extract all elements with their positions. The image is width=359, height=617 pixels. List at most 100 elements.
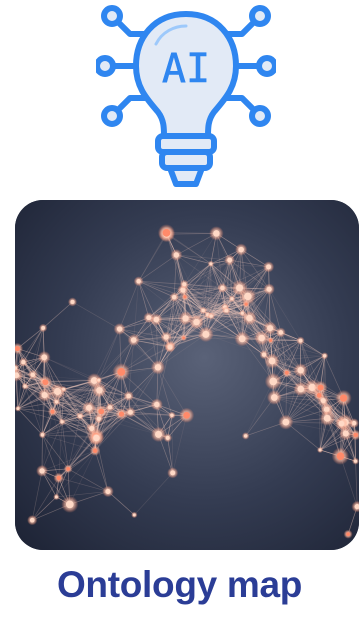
mesh-node: [93, 434, 100, 442]
mesh-node: [16, 407, 20, 410]
mesh-node: [132, 513, 136, 517]
mesh-node: [246, 314, 253, 322]
mesh-node: [116, 326, 123, 332]
mesh-node: [170, 413, 174, 417]
mesh-node: [70, 299, 75, 305]
mesh-node: [339, 394, 348, 402]
mesh-node: [154, 364, 162, 371]
mesh-node: [97, 378, 101, 382]
mesh-node: [39, 468, 45, 474]
mesh-node: [54, 495, 58, 499]
mesh-node: [105, 488, 111, 495]
mesh-node: [21, 360, 26, 365]
mesh-node: [170, 470, 176, 476]
mesh-node: [182, 315, 189, 322]
mesh-node: [92, 448, 98, 454]
mesh-node: [172, 294, 177, 300]
mesh-node: [29, 517, 35, 523]
mesh-node: [50, 409, 55, 414]
mesh-node: [201, 308, 205, 313]
mesh-node: [41, 326, 46, 330]
mesh-node: [261, 352, 267, 357]
mesh-node: [86, 404, 93, 411]
mesh-node: [183, 295, 187, 299]
mesh-node: [173, 252, 180, 258]
mesh-node: [107, 405, 113, 410]
mesh-node: [117, 367, 126, 376]
mesh-node: [30, 372, 35, 377]
mesh-node: [266, 286, 272, 292]
mesh-node: [146, 315, 152, 321]
mesh-node: [318, 448, 322, 452]
mesh-node: [278, 330, 284, 335]
mesh-node: [41, 392, 48, 399]
mesh-node: [267, 325, 274, 332]
mesh-node: [89, 425, 95, 431]
mesh-node: [269, 377, 278, 386]
mesh-node: [238, 246, 244, 253]
mesh-node: [65, 500, 74, 509]
mesh-node: [227, 257, 233, 263]
mesh-node: [266, 264, 272, 270]
mesh-node: [182, 336, 186, 340]
mesh-node: [269, 338, 273, 342]
mesh-node: [224, 308, 229, 313]
mesh-node: [23, 384, 27, 388]
mesh-node: [323, 354, 327, 358]
mesh-node: [66, 466, 71, 471]
mesh-node: [193, 318, 200, 326]
mesh-node: [323, 414, 331, 422]
ai-label: AI: [162, 46, 210, 92]
mesh-node: [62, 387, 66, 391]
mesh-node: [163, 334, 169, 340]
mesh-node: [54, 400, 59, 404]
mesh-node: [128, 409, 133, 415]
mesh-node: [126, 393, 132, 399]
mesh-node: [167, 344, 173, 350]
mesh-node: [298, 338, 303, 343]
mesh-node: [154, 401, 160, 408]
mesh-node: [162, 228, 171, 237]
mesh-node: [96, 387, 103, 394]
mesh-node: [209, 262, 213, 266]
mesh-node: [153, 316, 160, 323]
mesh-node: [220, 285, 225, 291]
mesh-node: [118, 411, 125, 417]
mesh-node: [42, 379, 49, 386]
caption-title: Ontology map: [56, 564, 303, 605]
mesh-node: [60, 420, 64, 424]
mesh-node: [297, 367, 304, 374]
ai-lightbulb-icon: AI: [96, 5, 276, 187]
mesh-node: [338, 420, 345, 427]
mesh-node: [209, 314, 213, 318]
mesh-node: [183, 411, 191, 419]
mesh-node: [342, 430, 349, 437]
mesh-node: [238, 335, 246, 343]
mesh-node: [346, 532, 351, 537]
mesh-node: [213, 230, 220, 237]
mesh-node: [165, 435, 170, 440]
mesh-node: [240, 311, 244, 315]
mesh-node: [202, 330, 210, 338]
mesh-node: [317, 384, 324, 391]
mesh-node: [56, 475, 62, 481]
mesh-node: [297, 385, 305, 393]
mesh-node: [353, 459, 358, 463]
mesh-node: [130, 337, 137, 343]
mesh-node: [268, 357, 276, 365]
mesh-node: [353, 432, 359, 438]
mesh-node: [236, 284, 244, 292]
mesh-node: [40, 433, 45, 437]
network-mesh-image: [15, 200, 359, 550]
mesh-node: [15, 345, 21, 352]
mesh-node: [284, 370, 289, 375]
mesh-node: [230, 297, 234, 301]
mesh-node: [258, 334, 265, 342]
mesh-node: [282, 418, 290, 426]
mesh-node: [336, 452, 345, 461]
mesh-node: [41, 354, 48, 361]
mesh-node: [155, 430, 162, 438]
mesh-node: [78, 414, 82, 418]
mesh-node: [136, 279, 141, 284]
mesh-node: [243, 434, 248, 438]
